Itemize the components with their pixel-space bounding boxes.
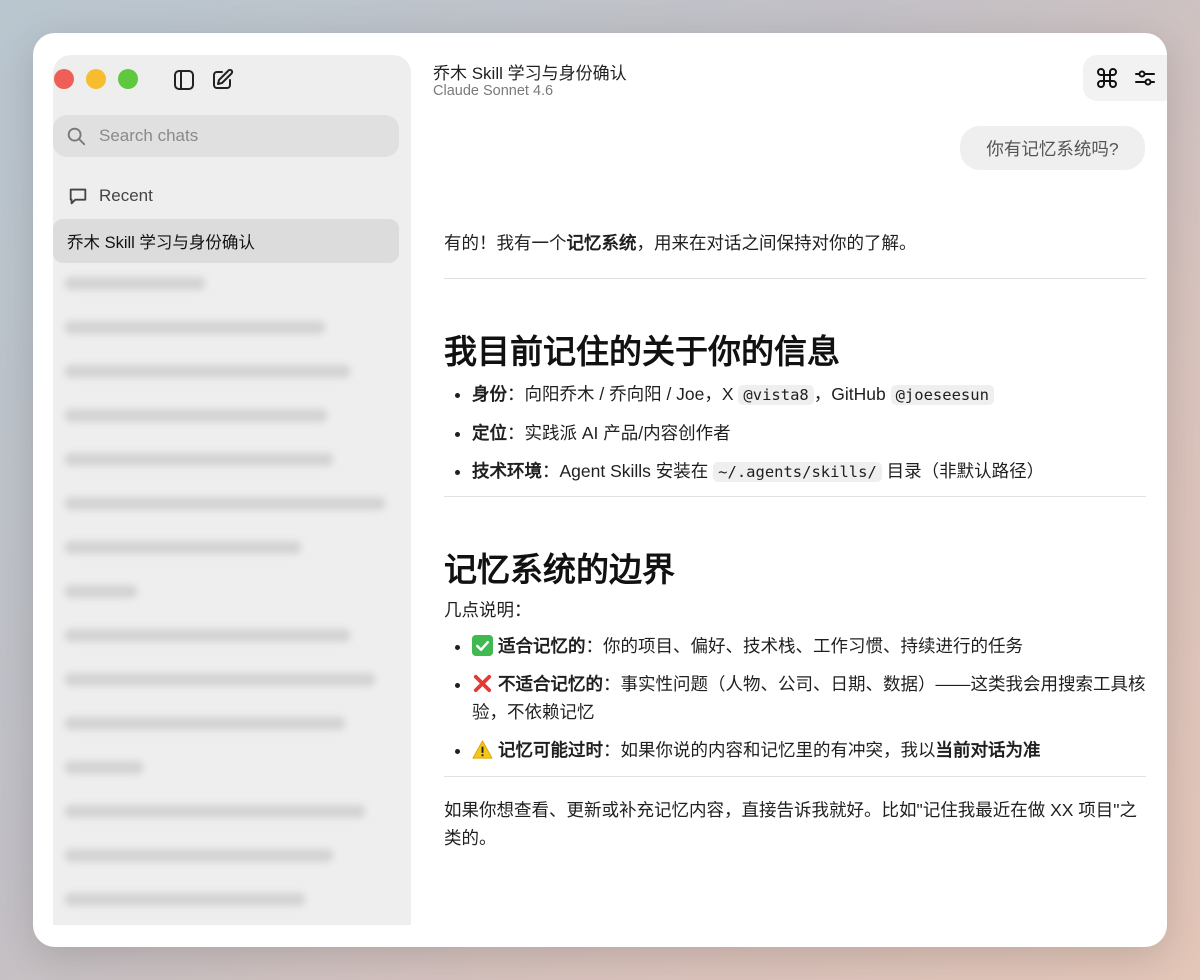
check-emoji-icon — [472, 635, 493, 656]
sidebar: Recent 乔木 Skill 学习与身份确认 — [53, 55, 411, 925]
minimize-window-button[interactable] — [86, 69, 106, 89]
list-item[interactable] — [65, 585, 137, 598]
sidebar-toggle-button[interactable] — [171, 67, 197, 93]
list-item[interactable] — [65, 365, 350, 378]
list-item: 不适合记忆的：事实性问题（人物、公司、日期、数据）——这类我会用搜索工具核验，不… — [472, 670, 1146, 726]
divider — [444, 278, 1146, 279]
list-item[interactable] — [65, 277, 205, 290]
list-item[interactable] — [65, 849, 333, 862]
cross-emoji-icon — [473, 674, 492, 693]
toolbar-pill — [1083, 55, 1167, 101]
list-item[interactable] — [65, 453, 333, 466]
list-item: 适合记忆的：你的项目、偏好、技术栈、工作习惯、持续进行的任务 — [472, 632, 1146, 660]
sidebar-item-active-chat[interactable]: 乔木 Skill 学习与身份确认 — [53, 219, 399, 263]
list-item: 记忆可能过时：如果你说的内容和记忆里的有冲突，我以当前对话为准 — [472, 736, 1146, 764]
new-chat-icon — [213, 68, 234, 89]
command-icon[interactable] — [1095, 66, 1119, 90]
list-item[interactable] — [65, 673, 375, 686]
app-window: Recent 乔木 Skill 学习与身份确认 乔木 Skill 学习与身份确认… — [33, 33, 1167, 947]
memory-boundary-list: 适合记忆的：你的项目、偏好、技术栈、工作习惯、持续进行的任务 不适合记忆的：事实… — [444, 632, 1146, 764]
list-item[interactable] — [65, 409, 327, 422]
close-window-button[interactable] — [54, 69, 74, 89]
assistant-message: 有的！我有一个记忆系统，用来在对话之间保持对你的了解。 我目前记住的关于你的信息… — [444, 229, 1146, 852]
section-heading-memory-boundaries: 记忆系统的边界 — [444, 551, 675, 588]
list-item[interactable] — [65, 629, 350, 642]
list-item[interactable] — [65, 717, 345, 730]
user-message: 你有记忆系统吗? — [960, 126, 1145, 170]
section-heading-memory-info: 我目前记住的关于你的信息 — [444, 333, 840, 370]
list-item[interactable] — [65, 893, 305, 906]
zoom-window-button[interactable] — [118, 69, 138, 89]
list-item[interactable] — [65, 497, 385, 510]
warning-emoji-icon — [472, 740, 493, 759]
divider — [444, 496, 1146, 497]
chat-main: 乔木 Skill 学习与身份确认 Claude Sonnet 4.6 你有记忆系… — [411, 33, 1167, 947]
assistant-intro: 有的！我有一个记忆系统，用来在对话之间保持对你的了解。 — [444, 233, 917, 253]
new-chat-button[interactable] — [209, 67, 235, 93]
section-intro: 几点说明： — [444, 600, 532, 620]
list-item[interactable] — [65, 541, 301, 554]
list-item: 定位：实践派 AI 产品/内容创作者 — [472, 419, 1146, 447]
search-input[interactable] — [97, 125, 371, 147]
list-item[interactable] — [65, 805, 365, 818]
recent-header: Recent — [67, 185, 153, 207]
list-item[interactable] — [65, 761, 143, 774]
list-item: 身份：向阳乔木 / 乔向阳 / Joe，X @vista8，GitHub @jo… — [472, 380, 1146, 409]
chat-title: 乔木 Skill 学习与身份确认 — [433, 64, 627, 83]
chat-bubble-icon — [69, 188, 87, 205]
assistant-closing: 如果你想查看、更新或补充记忆内容，直接告诉我就好。比如"记住我最近在做 XX 项… — [444, 800, 1137, 848]
sliders-icon[interactable] — [1133, 66, 1157, 90]
recent-label: Recent — [99, 186, 153, 205]
memory-info-list: 身份：向阳乔木 / 乔向阳 / Joe，X @vista8，GitHub @jo… — [444, 380, 1146, 486]
list-item: 技术环境：Agent Skills 安装在 ~/.agents/skills/ … — [472, 457, 1146, 486]
search-bar[interactable] — [53, 115, 399, 157]
sidebar-toggle-icon — [174, 70, 194, 90]
blurred-chat-list — [65, 277, 405, 925]
model-name[interactable]: Claude Sonnet 4.6 — [433, 83, 553, 99]
divider — [444, 776, 1146, 777]
search-icon — [65, 125, 87, 147]
list-item[interactable] — [65, 321, 325, 334]
